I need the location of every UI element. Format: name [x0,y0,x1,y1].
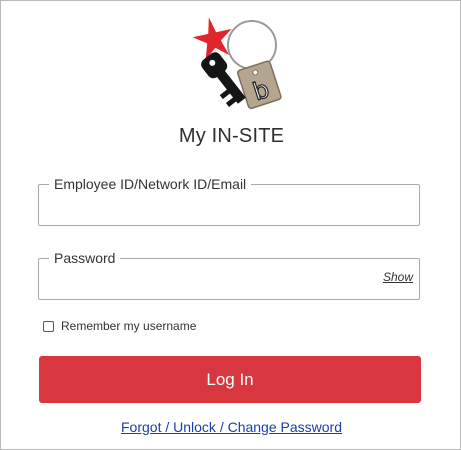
username-field[interactable]: Employee ID/Network ID/Email [38,175,420,226]
remember-username-label: Remember my username [61,319,197,333]
remember-username-row[interactable]: Remember my username [43,319,196,333]
username-input[interactable] [51,195,375,219]
login-button[interactable]: Log In [39,356,421,403]
forgot-password-link[interactable]: Forgot / Unlock / Change Password [1,419,461,435]
login-panel: b My IN-SITE Employee ID/Network ID/Emai… [0,0,461,450]
page-title: My IN-SITE [178,125,285,147]
password-field[interactable]: Password Show [38,249,420,300]
password-label: Password [49,249,121,267]
remember-username-checkbox[interactable] [43,320,54,332]
username-label: Employee ID/Network ID/Email [49,175,252,193]
password-input[interactable] [51,269,375,293]
show-password-toggle[interactable]: Show [383,270,413,284]
keychain-logo-icon: b [192,17,282,110]
